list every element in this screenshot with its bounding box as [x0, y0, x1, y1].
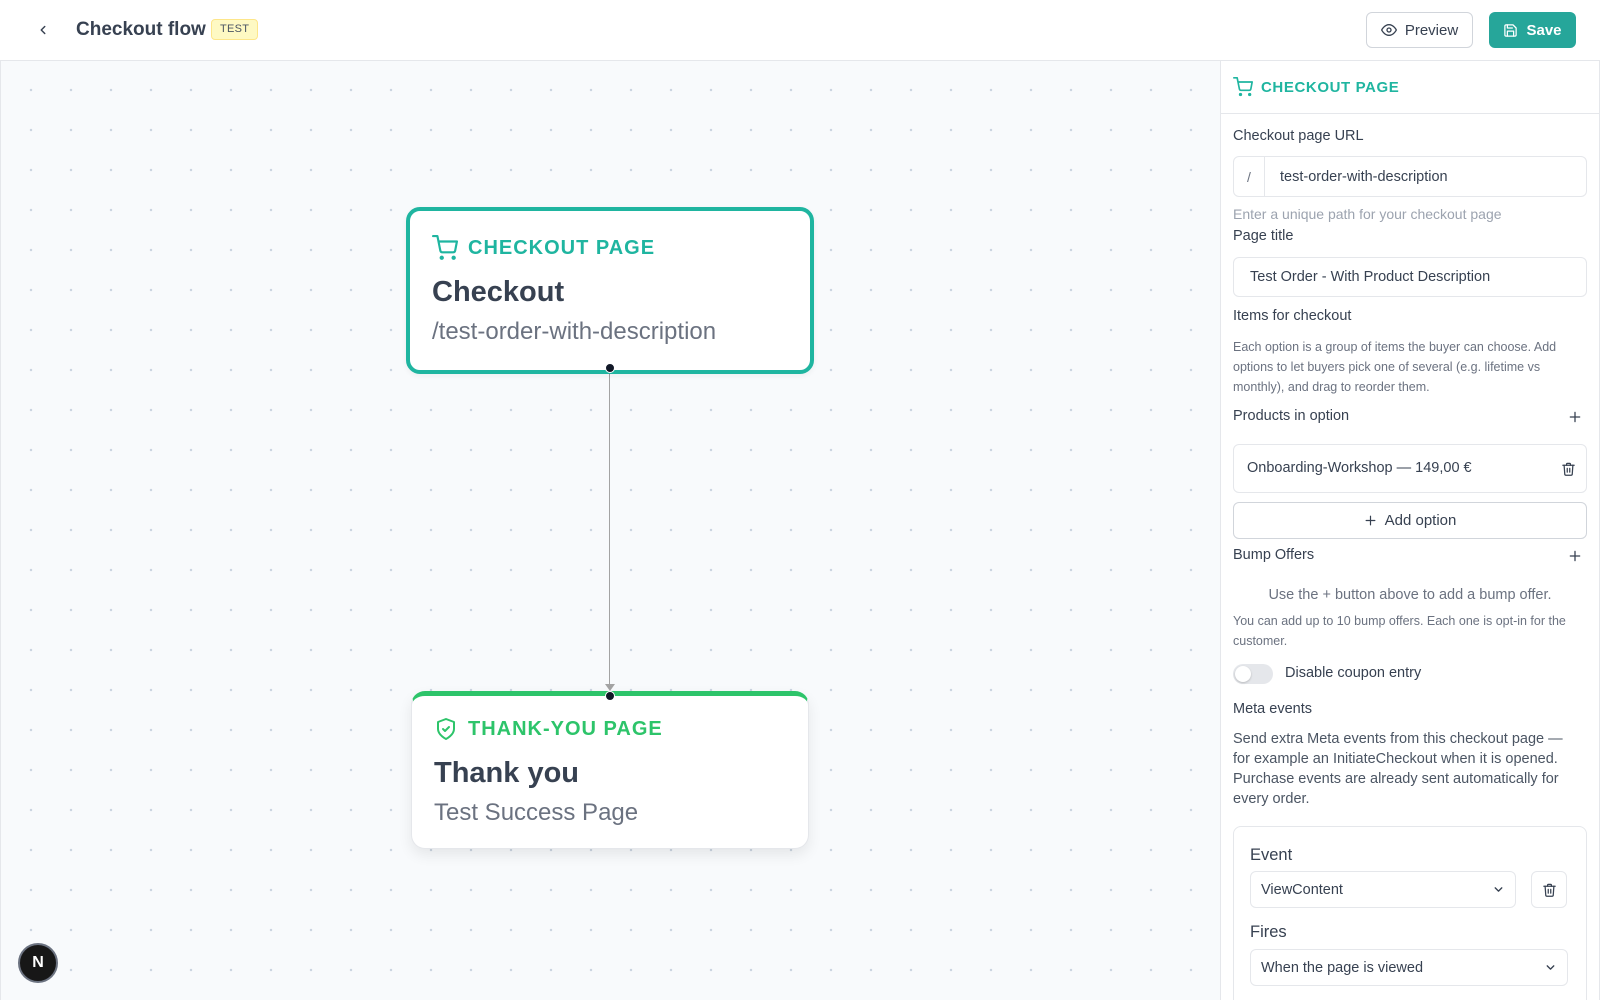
bump-empty-note: Use the + button above to add a bump off… — [1268, 587, 1552, 603]
products-label: Products in option — [1233, 408, 1350, 424]
url-label: Checkout page URL — [1233, 128, 1364, 144]
url-hint: Enter a unique path for your checkout pa… — [1233, 206, 1502, 222]
flow-edge[interactable] — [609, 368, 610, 688]
trash-icon — [1561, 462, 1575, 476]
toggle-knob — [1235, 666, 1251, 682]
test-badge: TEST — [211, 19, 259, 40]
page-title: Checkout flow — [76, 19, 206, 40]
top-bar: Checkout flow TEST Preview Save — [0, 0, 1600, 61]
save-icon — [1504, 23, 1518, 37]
items-description: Each option is a group of items the buye… — [1233, 340, 1557, 394]
checkout-node[interactable]: CHECKOUT PAGE Checkout /test-order-with-… — [406, 207, 814, 374]
event-select-value: ViewContent — [1261, 881, 1343, 898]
meta-events-label: Meta events — [1233, 701, 1312, 717]
thankyou-node[interactable]: THANK-YOU PAGE Thank you Test Success Pa… — [411, 691, 809, 849]
node-title: Checkout — [432, 276, 565, 308]
save-label: Save — [1526, 21, 1562, 39]
page-title-label: Page title — [1233, 228, 1294, 244]
preview-label: Preview — [1404, 21, 1459, 39]
panel-title: CHECKOUT PAGE — [1261, 78, 1400, 96]
add-option-button[interactable]: Add option — [1233, 502, 1587, 539]
node-title: Thank you — [434, 757, 580, 789]
plus-icon — [1569, 550, 1581, 562]
remove-product-button[interactable] — [1558, 459, 1578, 479]
url-field: / — [1233, 156, 1587, 197]
node-subtitle: Test Success Page — [434, 799, 639, 826]
add-bump-button[interactable] — [1565, 546, 1585, 566]
meta-event-card: Event ViewContent Fires When the page is… — [1233, 826, 1587, 1000]
items-label: Items for checkout — [1233, 308, 1352, 324]
event-label: Event — [1250, 846, 1293, 864]
plus-icon — [1365, 515, 1376, 526]
url-prefix: / — [1234, 157, 1265, 196]
panel-header: CHECKOUT PAGE — [1221, 61, 1599, 114]
add-option-label: Add option — [1384, 512, 1457, 529]
product-item[interactable]: Onboarding-Workshop — 149,00 € — [1233, 444, 1587, 493]
page-title-input[interactable] — [1233, 257, 1587, 297]
bump-description: You can add up to 10 bump offers. Each o… — [1233, 614, 1566, 648]
chevron-left-icon — [40, 25, 46, 35]
coupon-toggle[interactable] — [1233, 664, 1273, 684]
bump-offers-label: Bump Offers — [1233, 547, 1315, 563]
event-select[interactable]: ViewContent — [1250, 871, 1516, 908]
chevron-down-icon — [1546, 965, 1555, 970]
source-handle[interactable] — [605, 363, 615, 373]
back-button[interactable] — [30, 17, 56, 43]
product-label: Onboarding-Workshop — 149,00 € — [1247, 460, 1472, 476]
trash-icon — [1542, 883, 1556, 897]
save-button[interactable]: Save — [1489, 12, 1576, 48]
fires-select-value: When the page is viewed — [1261, 959, 1424, 976]
url-input[interactable] — [1265, 157, 1586, 196]
node-type-label: THANK-YOU PAGE — [468, 717, 663, 740]
eye-icon — [1380, 24, 1397, 36]
preview-button[interactable]: Preview — [1366, 12, 1473, 48]
shield-check-icon — [437, 718, 455, 740]
fires-select[interactable]: When the page is viewed — [1250, 949, 1568, 986]
add-product-button[interactable] — [1565, 407, 1585, 427]
chevron-down-icon — [1494, 887, 1503, 892]
logo-letter: N — [32, 954, 44, 971]
edge-arrow-icon — [605, 684, 615, 691]
node-subtitle: /test-order-with-description — [432, 318, 717, 345]
flow-canvas[interactable] — [0, 61, 1220, 1000]
n-logo-button[interactable]: N — [18, 943, 58, 983]
properties-panel: CHECKOUT PAGE Checkout page URL / Enter … — [1220, 61, 1600, 1000]
coupon-toggle-label: Disable coupon entry — [1285, 665, 1422, 681]
plus-icon — [1569, 411, 1581, 423]
cart-icon — [1233, 77, 1253, 97]
fires-label: Fires — [1250, 923, 1287, 941]
node-type-label: CHECKOUT PAGE — [468, 236, 656, 259]
meta-events-description: Send extra Meta events from this checkou… — [1233, 731, 1563, 807]
target-handle[interactable] — [605, 691, 615, 701]
remove-event-button[interactable] — [1531, 871, 1567, 908]
cart-icon — [432, 235, 458, 260]
